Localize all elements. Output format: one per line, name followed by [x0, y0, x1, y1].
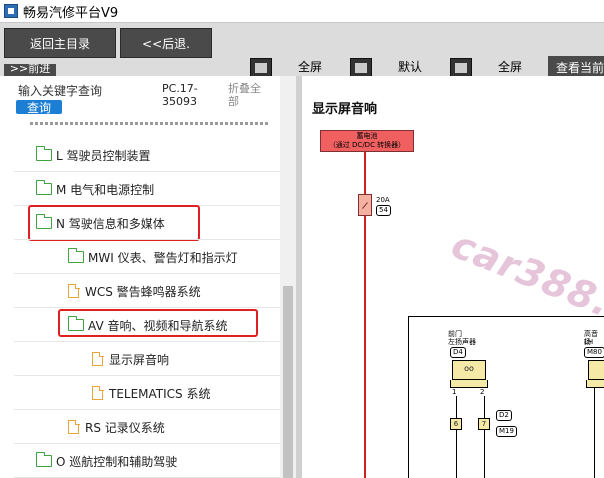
folder-icon — [35, 180, 52, 195]
pin-6: 6 — [450, 418, 462, 430]
fullscreen-label-2: 全屏 — [498, 60, 523, 74]
home-button[interactable]: 返回主目录 — [4, 28, 116, 58]
scrollbar-thumb[interactable] — [283, 286, 293, 478]
search-button[interactable]: 查询 — [16, 100, 62, 115]
battery-label: 蓄电池 — [356, 132, 378, 140]
tree-item-display-audio[interactable]: 显示屏音响 — [92, 349, 169, 369]
title-bar: 畅易汽修平台V9 — [0, 0, 604, 22]
default-toggle[interactable] — [350, 58, 372, 78]
connector-d2: D2 — [496, 410, 512, 421]
speaker-right-icon — [588, 360, 604, 380]
tree-item-label: L 驾驶员控制装置 — [56, 148, 151, 163]
divider — [14, 443, 280, 444]
tree-item-label: 显示屏音响 — [109, 352, 170, 367]
wire — [456, 396, 457, 418]
wire — [594, 388, 595, 478]
tree-item-mwi[interactable]: MWI 仪表、警告灯和指示灯 — [67, 247, 238, 267]
divider — [14, 273, 280, 274]
view-current-button[interactable]: 查看当前 — [548, 56, 604, 78]
speaker-right-connector: M80 — [584, 347, 604, 358]
wire — [484, 430, 485, 478]
diagram-title: 显示屏音响 — [312, 102, 378, 117]
diagram-panel: 显示屏音响 蓄电池 （通过 DC/DC 转换器） 20A 54 car388.c… — [302, 76, 604, 478]
search-input[interactable]: 输入关键字查询 — [18, 82, 102, 99]
divider — [14, 409, 280, 410]
tree-item-wcs[interactable]: WCS 警告蜂鸣器系统 — [68, 281, 201, 301]
divider — [14, 239, 280, 240]
speaker-left-icon: oo — [452, 360, 486, 380]
speaker-left-base — [450, 380, 488, 388]
speaker-frame — [408, 316, 604, 478]
tree-item-label: WCS 警告蜂鸣器系统 — [85, 284, 201, 299]
pin-2-label: 2 — [480, 388, 485, 396]
tree-item-telematics[interactable]: TELEMATICS 系统 — [92, 383, 211, 403]
left-panel: 输入关键字查询 查询 PC.17-35093 折叠全部 L 驾驶员控制装置 M … — [0, 76, 296, 478]
collapse-all-link[interactable]: 折叠全部 — [228, 82, 268, 108]
folder-icon — [35, 146, 52, 161]
fullscreen-label-1: 全屏 — [298, 60, 323, 74]
fuse-rating: 20A — [376, 196, 390, 204]
tree-item-label: O 巡航控制和辅助驾驶 — [56, 454, 178, 469]
tree-item-label: M 电气和电源控制 — [56, 182, 155, 197]
speaker-right-name-2: LH — [584, 338, 594, 346]
tree-item-m[interactable]: M 电气和电源控制 — [35, 179, 155, 199]
tree-item-rs[interactable]: RS 记录仪系统 — [68, 417, 165, 437]
folder-icon — [35, 452, 52, 467]
pin-7: 7 — [478, 418, 490, 430]
tree-item-label: TELEMATICS 系统 — [109, 386, 211, 401]
fuse-id: 54 — [376, 205, 391, 216]
fullscreen-toggle-1[interactable] — [250, 58, 272, 78]
tree-item-l[interactable]: L 驾驶员控制装置 — [35, 145, 151, 165]
speaker-right-base — [586, 380, 604, 388]
fuse-symbol — [358, 194, 372, 216]
window-title: 畅易汽修平台V9 — [23, 5, 119, 21]
document-icon — [68, 283, 80, 298]
battery-sub-label: （通过 DC/DC 转换器） — [328, 141, 406, 149]
divider — [14, 375, 280, 376]
tree-item-label: MWI 仪表、警告灯和指示灯 — [88, 250, 238, 265]
divider — [14, 341, 280, 342]
document-icon — [68, 419, 80, 434]
battery-block: 蓄电池 （通过 DC/DC 转换器） — [320, 130, 414, 152]
tree-item-label: RS 记录仪系统 — [85, 420, 165, 435]
folder-icon — [67, 248, 84, 263]
app-icon — [4, 4, 18, 18]
document-icon — [92, 385, 104, 400]
divider — [14, 171, 280, 172]
highlight-box — [58, 309, 258, 337]
speaker-left-name: 前门 — [448, 330, 462, 338]
pin-1-label: 1 — [452, 388, 457, 396]
wire — [456, 430, 457, 478]
back-button[interactable]: <<后退. — [120, 28, 212, 58]
fullscreen-toggle-2[interactable] — [450, 58, 472, 78]
cut-off-item — [30, 122, 270, 125]
doc-code: PC.17-35093 — [162, 82, 198, 108]
tree-item-o[interactable]: O 巡航控制和辅助驾驶 — [35, 451, 178, 471]
default-label: 默认 — [398, 60, 423, 74]
wire — [484, 396, 485, 418]
divider — [14, 307, 280, 308]
forward-button[interactable]: >>前进 — [4, 64, 56, 76]
connector-m19: M19 — [496, 426, 517, 437]
document-icon — [92, 351, 104, 366]
speaker-left-connector: D4 — [450, 347, 466, 358]
speaker-left-name-2: 左扬声器 — [448, 338, 476, 346]
highlight-box — [28, 205, 200, 241]
